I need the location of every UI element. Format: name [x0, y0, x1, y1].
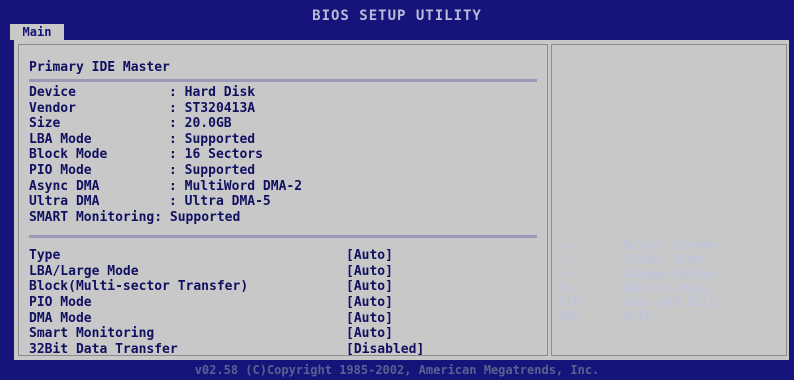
setting-label: DMA Mode: [29, 310, 92, 326]
setting-row-dma-mode[interactable]: DMA Mode [Auto]: [29, 311, 529, 327]
info-row-ultra-dma: Ultra DMA: Ultra DMA-5: [29, 194, 529, 210]
setting-label: PIO Mode: [29, 295, 92, 311]
info-row-vendor: Vendor: ST320413A: [29, 101, 529, 117]
info-sep: :: [169, 178, 185, 194]
setting-row-32bit-transfer[interactable]: 32Bit Data Transfer [Disabled]: [29, 342, 529, 358]
help-desc: Exit: [622, 309, 651, 324]
setting-value[interactable]: [Auto]: [346, 326, 393, 342]
setting-row-pio-mode[interactable]: PIO Mode [Auto]: [29, 295, 529, 311]
help-row-exit: ESC Exit: [558, 309, 784, 323]
info-value: 20.0GB: [184, 116, 232, 132]
setting-row-block-transfer[interactable]: Block(Multi-sector Transfer) [Auto]: [29, 279, 529, 295]
setting-value[interactable]: [Auto]: [346, 264, 393, 280]
section-title: Primary IDE Master: [29, 60, 170, 75]
info-sep: :: [169, 100, 185, 116]
tab-main[interactable]: Main: [10, 24, 64, 40]
info-row-async-dma: Async DMA: MultiWord DMA-2: [29, 179, 529, 195]
info-sep: :: [169, 194, 185, 210]
help-key: F10: [558, 295, 580, 310]
setting-label: LBA/Large Mode: [29, 263, 139, 279]
help-desc: General Help: [622, 280, 709, 295]
info-key: Block Mode: [29, 147, 108, 163]
setting-label: Type: [29, 248, 61, 263]
help-key: F1: [558, 280, 573, 295]
help-key: +-: [558, 266, 573, 281]
help-row-change-option: +- Change Option: [558, 267, 784, 281]
info-key: Device: [29, 85, 76, 100]
info-row-pio-mode: PIO Mode: Supported: [29, 163, 529, 179]
divider-middle: [29, 235, 537, 238]
setting-value[interactable]: [Auto]: [346, 248, 393, 264]
info-key: Ultra DMA: [29, 194, 100, 210]
info-value: Ultra DMA-5: [184, 194, 271, 210]
info-row-block-mode: Block Mode: 16 Sectors: [29, 147, 529, 163]
main-panel: Primary IDE Master Device: Hard Disk Ven…: [14, 40, 789, 360]
copyright-footer: v02.58 (C)Copyright 1985-2002, American …: [0, 360, 794, 380]
up-down-arrows-icon: ↑↓: [558, 252, 573, 267]
info-value: Hard Disk: [184, 85, 256, 100]
setting-label: Block(Multi-sector Transfer): [29, 279, 249, 295]
setting-row-lba-large-mode[interactable]: LBA/Large Mode [Auto]: [29, 264, 529, 280]
title-bar: BIOS SETUP UTILITY Main: [0, 0, 794, 40]
help-row-select-item: ↑↓ Select Item: [558, 252, 784, 266]
info-sep: :: [169, 116, 185, 132]
info-value: Supported: [169, 209, 241, 225]
bios-title: BIOS SETUP UTILITY: [312, 8, 482, 24]
help-row-select-screen: ←→ Select Screen: [558, 238, 784, 252]
info-key: PIO Mode: [29, 162, 92, 178]
setting-value[interactable]: [Disabled]: [346, 342, 424, 358]
info-key: Async DMA: [29, 178, 100, 194]
setting-value[interactable]: [Auto]: [346, 311, 393, 327]
help-row-save-exit: F10 Save and Exit: [558, 295, 784, 309]
info-value: Supported: [184, 162, 256, 178]
info-row-smart-monitoring: SMART Monitoring: Supported: [29, 210, 529, 226]
setting-row-type[interactable]: Type [Auto]: [29, 248, 529, 264]
info-row-size: Size: 20.0GB: [29, 116, 529, 132]
info-key: Vendor: [29, 100, 76, 116]
device-info-list: Device: Hard Disk Vendor: ST320413A Size…: [29, 85, 529, 225]
settings-pane: Primary IDE Master Device: Hard Disk Ven…: [18, 44, 548, 358]
help-row-general-help: F1 General Help: [558, 281, 784, 295]
setting-label: Smart Monitoring: [29, 326, 155, 342]
help-key: ESC: [558, 309, 580, 324]
help-desc: Select Screen: [622, 238, 716, 252]
setting-value[interactable]: [Auto]: [346, 279, 393, 295]
setting-value[interactable]: [Auto]: [346, 295, 393, 311]
info-value: ST320413A: [184, 100, 256, 116]
setting-row-smart-monitoring[interactable]: Smart Monitoring [Auto]: [29, 326, 529, 342]
key-help-list: ←→ Select Screen ↑↓ Select Item +- Change O…: [558, 238, 784, 324]
info-row-device: Device: Hard Disk: [29, 85, 529, 101]
left-right-arrows-icon: ←→: [558, 238, 573, 252]
info-row-lba-mode: LBA Mode: Supported: [29, 132, 529, 148]
help-desc: Change Option: [622, 266, 716, 281]
info-key: SMART Monitoring: [29, 209, 155, 225]
help-pane: ←→ Select Screen ↑↓ Select Item +- Change O…: [551, 44, 787, 356]
setting-label: 32Bit Data Transfer: [29, 342, 178, 358]
info-sep: :: [169, 131, 185, 147]
settings-list: Type [Auto] LBA/Large Mode [Auto] Block(Mu…: [29, 248, 529, 358]
divider-top: [29, 79, 537, 82]
help-desc: Select Item: [622, 252, 702, 267]
info-key: Size: [29, 116, 61, 132]
info-value: 16 Sectors: [184, 147, 263, 163]
info-sep: :: [154, 209, 170, 225]
help-desc: Save and Exit: [622, 295, 716, 310]
info-value: MultiWord DMA-2: [184, 178, 303, 194]
info-sep: :: [169, 85, 185, 100]
info-key: LBA Mode: [29, 131, 92, 147]
info-sep: :: [169, 147, 185, 163]
info-sep: :: [169, 162, 185, 178]
info-value: Supported: [184, 131, 256, 147]
